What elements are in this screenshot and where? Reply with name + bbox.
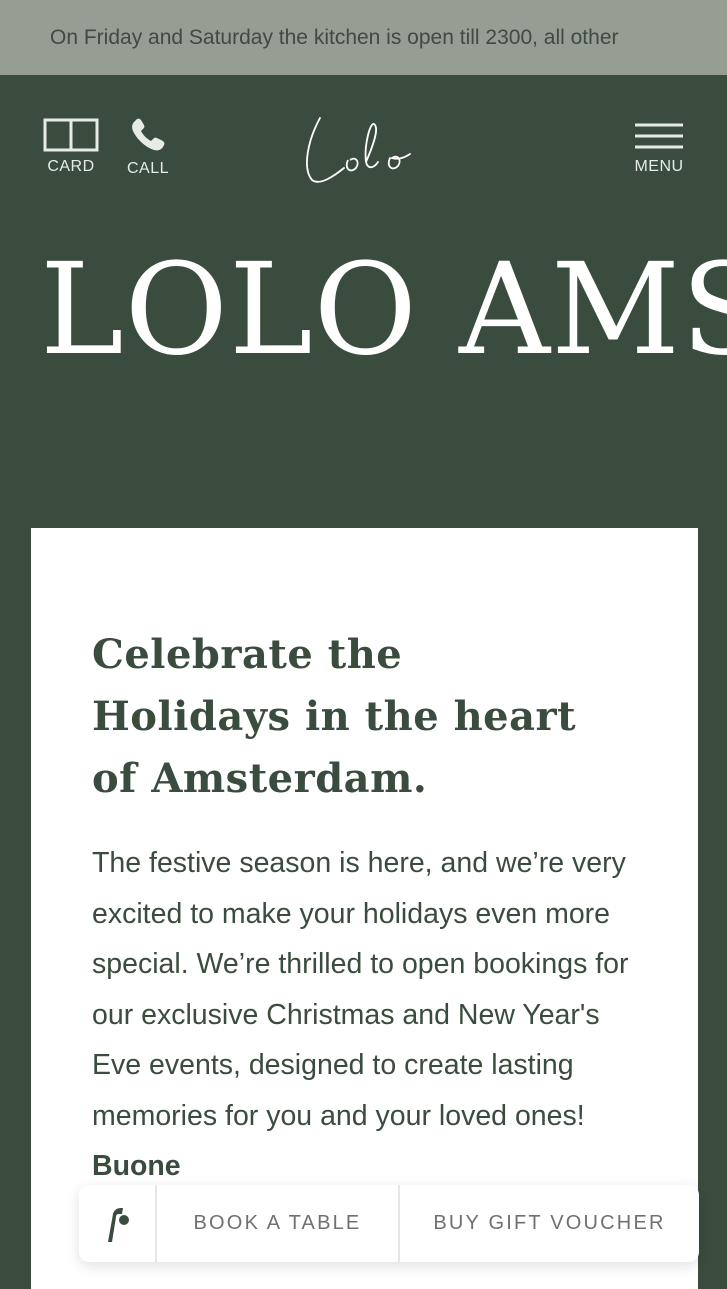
- intro-heading: Celebrate the Holidays in the heart of A…: [92, 631, 577, 802]
- card-label: CARD: [47, 158, 95, 175]
- announcement-bar: On Friday and Saturday the kitchen is op…: [0, 0, 727, 75]
- intro-body-bold: Buone: [92, 1150, 181, 1182]
- hamburger-icon: [635, 123, 683, 149]
- action-bar: BOOK A TABLE BUY GIFT VOUCHER: [79, 1185, 699, 1262]
- intro-body: The festive season is here, and we’re ve…: [92, 838, 652, 1192]
- booking-logo-button[interactable]: [79, 1185, 157, 1262]
- call-label: CALL: [126, 160, 170, 177]
- lolo-logo[interactable]: [300, 110, 430, 190]
- resy-logo-icon: [108, 1207, 129, 1242]
- phone-icon: [132, 118, 165, 151]
- menu-label: MENU: [634, 158, 684, 175]
- call-button[interactable]: CALL: [124, 118, 172, 178]
- book-table-button[interactable]: BOOK A TABLE: [157, 1185, 400, 1262]
- card-button[interactable]: CARD: [42, 118, 100, 176]
- menu-button[interactable]: MENU: [630, 122, 688, 176]
- intro-card: Celebrate the Holidays in the heart of A…: [31, 528, 698, 1289]
- buy-gift-voucher-button[interactable]: BUY GIFT VOUCHER: [400, 1185, 699, 1262]
- book-icon: [43, 118, 99, 152]
- page: On Friday and Saturday the kitchen is op…: [0, 0, 727, 1289]
- hero-title: LOLO AMST: [40, 240, 727, 380]
- intro-body-text: The festive season is here, and we’re ve…: [92, 847, 629, 1132]
